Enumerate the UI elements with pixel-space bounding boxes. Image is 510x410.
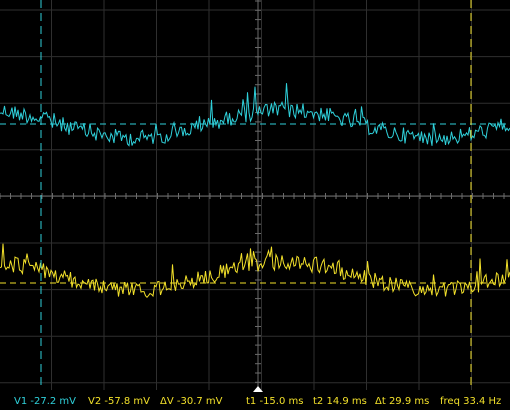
v1-readout: V1 -27.2 mV [14,396,77,407]
v2-readout: V2 -57.8 mV [88,396,151,407]
t2-readout: t2 14.9 ms [313,396,367,407]
oscilloscope-display[interactable] [0,0,510,410]
delta-v-readout: ΔV -30.7 mV [160,396,223,407]
t1-readout: t1 -15.0 ms [246,396,304,407]
delta-t-readout: Δt 29.9 ms [375,396,430,407]
frequency-readout: freq 33.4 Hz [440,396,502,407]
